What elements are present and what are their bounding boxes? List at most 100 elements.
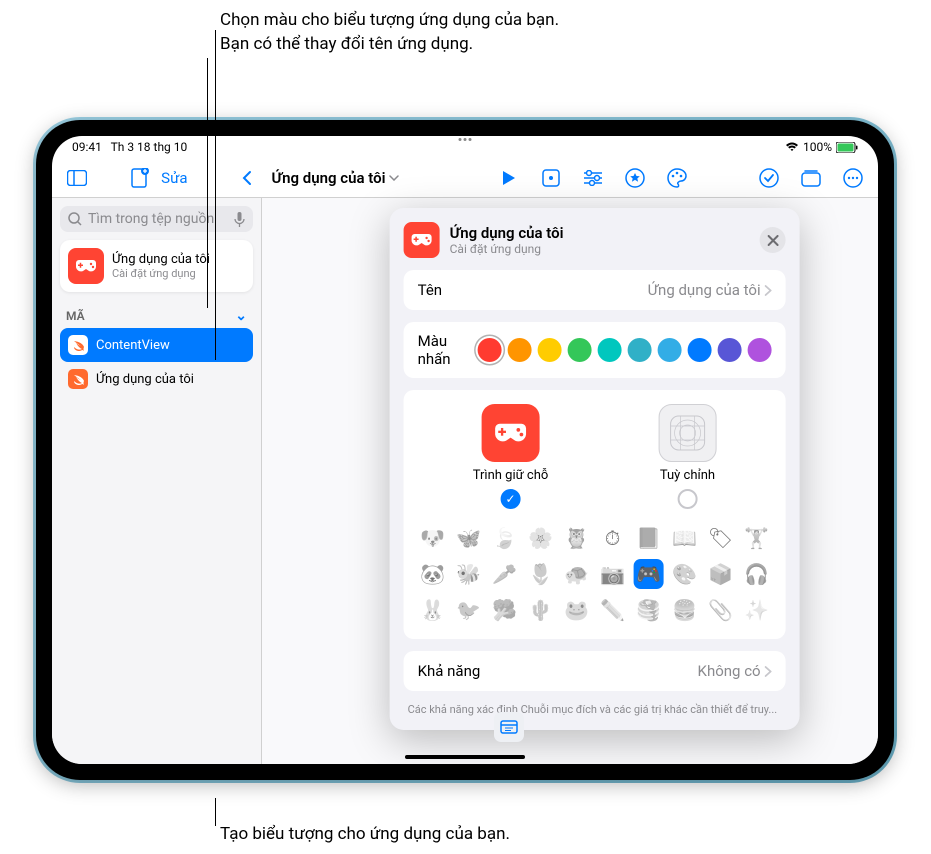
chevron-right-icon [765,285,772,296]
sidebar-toggle-icon[interactable] [66,167,88,189]
preview-icon[interactable] [494,712,524,742]
mic-icon[interactable] [234,212,245,227]
swift-icon [68,369,88,389]
radio-unchecked[interactable] [677,489,697,509]
icon-grid-cell[interactable]: 📕 [634,523,664,553]
icon-grid-cell[interactable]: 🦉 [562,523,592,553]
placeholder-option[interactable]: Trình giữ chỗ [473,404,549,509]
toolbar: Sửa Ứng dụng của tôi [52,158,878,198]
content-area: Ứng dụng của tôi Cài đặt ứng dụng Tên Ứn… [262,198,878,764]
color-swatch[interactable] [478,338,502,362]
file-row-app[interactable]: Ứng dụng của tôi [60,362,253,396]
screen: 09:41 Th 3 18 thg 10 100% [52,136,878,764]
more-circle-icon[interactable] [842,167,864,189]
color-swatch[interactable] [538,338,562,362]
icon-grid-cell[interactable]: 🎧 [742,559,772,589]
icon-grid-cell[interactable]: 📎 [706,595,736,625]
icon-grid-cell[interactable]: 🏋 [742,523,772,553]
icon-grid-cell[interactable]: 🦋 [454,523,484,553]
settings-sliders-icon[interactable] [582,167,604,189]
battery-icon [836,142,858,153]
icon-grid-cell[interactable]: 🐦 [454,595,484,625]
color-swatch[interactable] [688,338,712,362]
toolbar-title[interactable]: Ứng dụng của tôi [272,169,400,187]
color-swatch[interactable] [658,338,682,362]
color-swatch[interactable] [568,338,592,362]
icon-grid-cell[interactable]: 🐸 [562,595,592,625]
icon-grid-cell[interactable]: 🍔 [670,595,700,625]
callout-line [215,798,216,826]
close-button[interactable] [760,227,786,253]
callout-line [207,58,208,308]
icon-grid-cell[interactable]: ✨ [742,595,772,625]
icon-section: Trình giữ chỗ Tuỳ chỉnh 🐶� [404,390,786,639]
icon-grid-cell[interactable]: ✏️ [598,595,628,625]
icon-grid-cell[interactable]: 🐰 [418,595,448,625]
icon-grid-cell[interactable]: 🌸 [526,523,556,553]
icon-grid-cell[interactable]: 🏷 [706,523,736,553]
icon-grid-cell[interactable]: 🎮 [634,559,664,589]
code-section-header[interactable]: MÃ ⌄ [60,304,253,328]
app-card-title: Ứng dụng của tôi [112,252,210,267]
sidebar: Tìm trong tệp nguồn Ứng dụng của tôi Cài… [52,198,262,764]
accent-color-row: Màu nhấn [404,322,786,378]
icon-grid-cell[interactable]: 📷 [598,559,628,589]
chevron-down-icon: ⌄ [235,308,247,324]
edit-button[interactable]: Sửa [161,169,187,187]
icon-grid: 🐶🦋🍃🌸🦉⏱📕📖🏷🏋 🐼🐝🥕🌷🐢📷🎮🎨📦🎧 🐰🐦🥦🌵🐸✏️🥞🍔📎✨ [418,523,772,625]
icon-grid-cell[interactable]: 📖 [670,523,700,553]
wifi-icon [785,142,799,152]
search-icon [68,212,82,226]
play-icon[interactable] [498,167,520,189]
color-swatch[interactable] [748,338,772,362]
capability-row[interactable]: Khả năng Không có [404,651,786,691]
stop-icon[interactable] [540,167,562,189]
main-area: Tìm trong tệp nguồn Ứng dụng của tôi Cài… [52,198,878,764]
icon-grid-cell[interactable]: 🐢 [562,559,592,589]
icon-grid-cell[interactable]: 🥦 [490,595,520,625]
icon-grid-cell[interactable]: 🥕 [490,559,520,589]
color-swatch[interactable] [718,338,742,362]
custom-icon-placeholder [658,404,716,462]
callout-color: Chọn màu cho biểu tượng ứng dụng của bạn… [220,10,910,30]
radio-checked[interactable] [500,489,520,509]
modal-title: Ứng dụng của tôi [450,224,564,242]
chevron-right-icon [765,666,772,677]
status-time: 09:41 [72,140,102,154]
home-indicator[interactable] [405,755,525,759]
star-circle-icon[interactable] [624,167,646,189]
gamepad-icon [404,222,440,258]
multitasking-icon[interactable] [459,138,472,141]
custom-option[interactable]: Tuỳ chỉnh [658,404,716,509]
chevron-down-icon [389,175,399,181]
icon-grid-cell[interactable]: ⏱ [598,523,628,553]
icon-grid-cell[interactable]: 🐝 [454,559,484,589]
color-swatch[interactable] [628,338,652,362]
icon-grid-cell[interactable]: 🍃 [490,523,520,553]
icon-grid-cell[interactable]: 🥞 [634,595,664,625]
color-swatch[interactable] [598,338,622,362]
icon-grid-cell[interactable]: 📦 [706,559,736,589]
battery-text: 100% [803,140,832,154]
color-swatch[interactable] [508,338,532,362]
library-icon[interactable] [800,167,822,189]
app-settings-card[interactable]: Ứng dụng của tôi Cài đặt ứng dụng [60,240,253,292]
ipad-device: 09:41 Th 3 18 thg 10 100% [36,120,894,780]
add-file-icon[interactable] [129,167,151,189]
swift-icon [68,335,88,355]
back-chevron-icon[interactable] [242,170,252,186]
gamepad-icon [481,404,539,462]
icon-grid-cell[interactable]: 🎨 [670,559,700,589]
name-setting-row[interactable]: Tên Ứng dụng của tôi [404,270,786,310]
icon-grid-cell[interactable]: 🌷 [526,559,556,589]
callout-line [215,30,216,360]
palette-icon[interactable] [666,167,688,189]
icon-grid-cell[interactable]: 🐶 [418,523,448,553]
search-input[interactable]: Tìm trong tệp nguồn [60,206,253,232]
file-row-contentview[interactable]: ContentView [60,328,253,362]
icon-grid-cell[interactable]: 🌵 [526,595,556,625]
check-circle-icon[interactable] [758,167,780,189]
footer-note: Các khả năng xác định Chuỗi mục đích và … [404,703,786,716]
callout-name: Bạn có thể thay đổi tên ứng dụng. [220,34,910,54]
icon-grid-cell[interactable]: 🐼 [418,559,448,589]
